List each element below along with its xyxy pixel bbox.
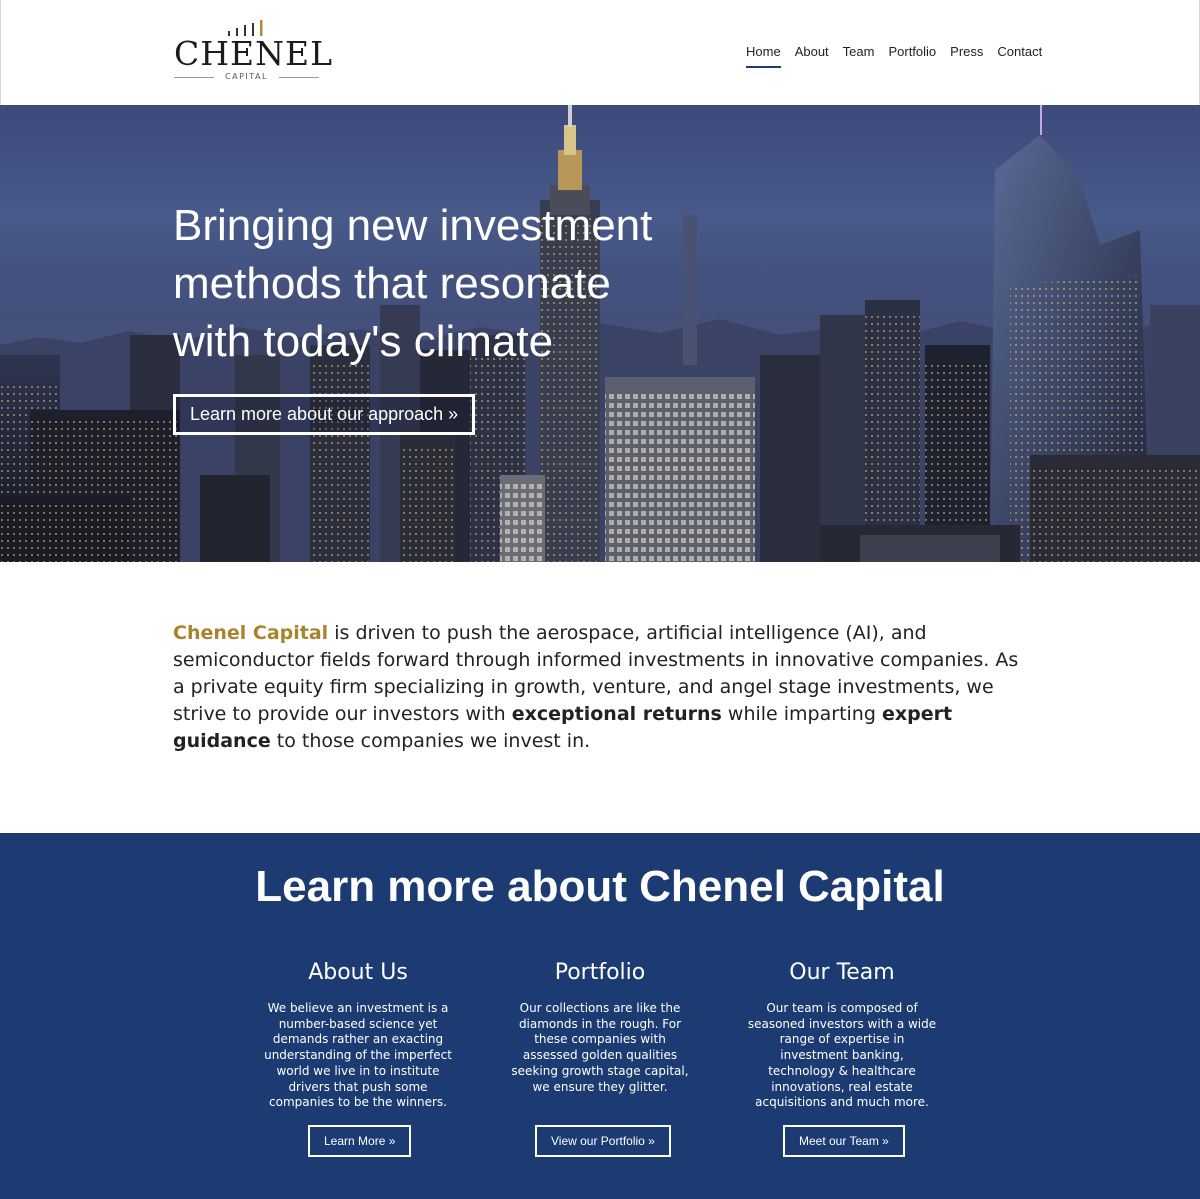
intro-brand-name: Chenel Capital: [173, 622, 329, 644]
nav-press[interactable]: Press: [950, 44, 983, 68]
learn-more-section: Learn more about Chenel Capital About Us…: [0, 833, 1200, 1199]
intro-emphasis-returns: exceptional returns: [511, 703, 722, 725]
our-team-heading: Our Team: [789, 960, 895, 985]
main-nav: Home About Team Portfolio Press Contact: [746, 44, 1056, 68]
our-team-column: Our Team Our team is composed of seasone…: [747, 953, 937, 1111]
portfolio-text: Our collections are like the diamonds in…: [511, 1001, 689, 1094]
intro-text: while imparting: [721, 703, 882, 725]
meet-team-button[interactable]: Meet our Team »: [783, 1125, 905, 1157]
intro-paragraph: Chenel Capital is driven to push the aer…: [173, 620, 1033, 755]
hero-banner: Bringing new investment methods that res…: [0, 105, 1200, 562]
nav-home[interactable]: Home: [746, 44, 781, 68]
logo-subtitle: CAPITAL: [174, 72, 319, 82]
portfolio-heading: Portfolio: [554, 960, 646, 985]
about-us-heading: About Us: [308, 960, 408, 985]
view-portfolio-button[interactable]: View our Portfolio »: [535, 1125, 671, 1157]
hero-headline: Bringing new investment methods that res…: [173, 201, 653, 366]
learn-more-button[interactable]: Learn More »: [308, 1125, 412, 1157]
about-us-text: We believe an investment is a number-bas…: [264, 1001, 452, 1110]
nav-portfolio[interactable]: Portfolio: [888, 44, 936, 68]
about-us-column: About Us We believe an investment is a n…: [263, 953, 453, 1111]
logo-wordmark: CHENEL: [174, 34, 333, 73]
nav-about[interactable]: About: [795, 44, 829, 68]
learn-more-title: Learn more about Chenel Capital: [255, 862, 945, 911]
chenel-capital-logo[interactable]: CHENEL CAPITAL: [174, 18, 333, 82]
our-team-text: Our team is composed of seasoned investo…: [747, 1001, 937, 1110]
learn-approach-button[interactable]: Learn more about our approach »: [173, 394, 476, 435]
portfolio-column: Portfolio Our collections are like the d…: [505, 953, 695, 1095]
nav-team[interactable]: Team: [843, 44, 875, 68]
nav-contact[interactable]: Contact: [997, 44, 1042, 68]
intro-text: to those companies we invest in.: [270, 730, 591, 752]
site-header: CHENEL CAPITAL Home About Team Portfolio…: [0, 0, 1200, 105]
